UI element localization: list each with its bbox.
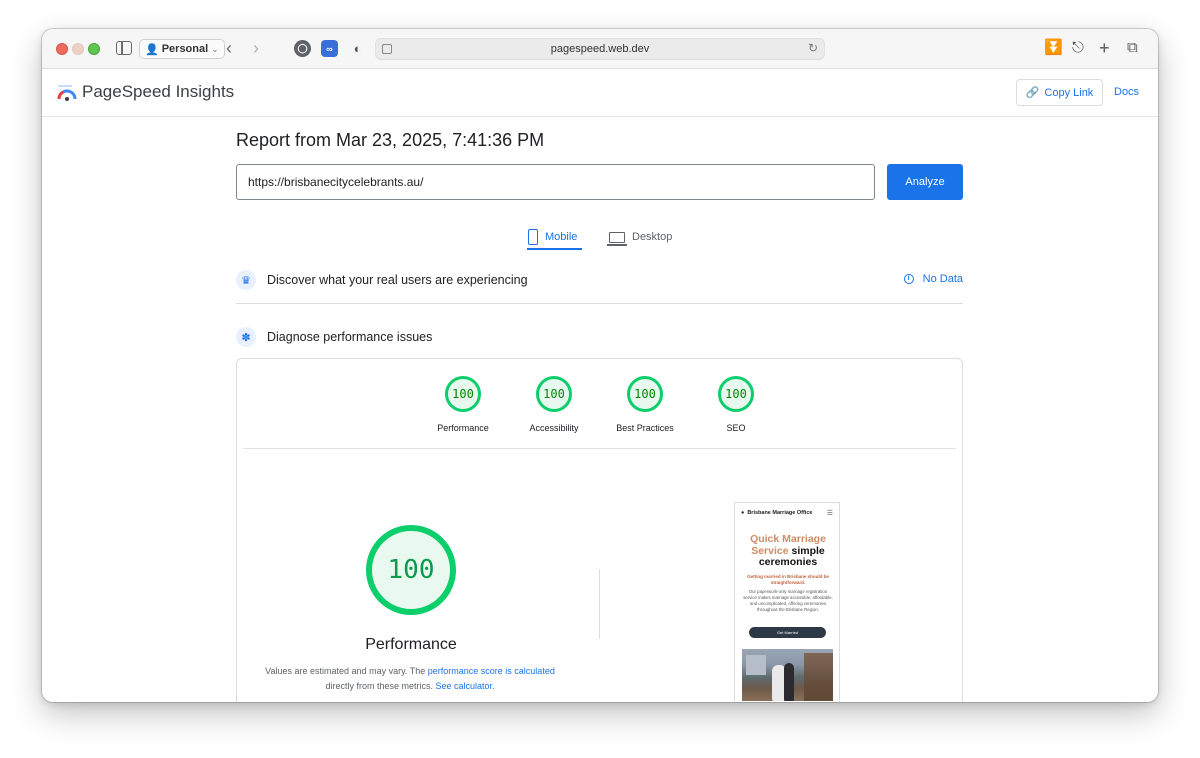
score-gauge-accessibility[interactable]: 100 Accessibility [514, 376, 594, 433]
vertical-divider [599, 569, 600, 639]
reload-icon[interactable]: ↻ [808, 41, 818, 55]
score-gauge-seo[interactable]: 100 SEO [696, 376, 776, 433]
main-content: Report from Mar 23, 2025, 7:41:36 PM Ana… [42, 118, 1158, 702]
browser-window: 👤 Personal ⌄ ‹ › ◯ ∞ ◐ pagespeed.web.dev… [42, 29, 1158, 702]
back-button[interactable]: ‹ [226, 38, 232, 58]
thumb-body-text: Our paperwork-only marriage registration… [743, 589, 833, 612]
score-value: 100 [445, 376, 481, 412]
tab-mobile-label: Mobile [545, 231, 578, 243]
score-calculated-link[interactable]: performance score is calculated [428, 666, 555, 676]
no-data-indicator[interactable]: i No Data [903, 273, 963, 285]
page-screenshot-thumbnail: ● Brisbane Marriage Office ☰ Quick Marri… [734, 502, 840, 702]
report-title: Report from Mar 23, 2025, 7:41:36 PM [236, 130, 545, 150]
info-icon: i [903, 274, 914, 284]
diagnose-icon: ✽ [236, 327, 256, 347]
score-value: 100 [536, 376, 572, 412]
note-prefix: Values are estimated and may vary. The [265, 666, 428, 676]
translate-extension-icon[interactable]: ∞ [321, 40, 338, 57]
score-value: 100 [718, 376, 754, 412]
performance-score-gauge: 100 [366, 525, 456, 615]
diagnose-heading: Diagnose performance issues [267, 330, 433, 344]
copy-link-label: Copy Link [1044, 86, 1094, 99]
copy-link-button[interactable]: 🔗 Copy Link [1016, 79, 1103, 106]
tab-overview-icon[interactable]: ⧉ [1127, 38, 1138, 58]
thumb-cta-button: Get Married [749, 627, 826, 638]
thumb-wedding-photo [742, 649, 833, 701]
shield-icon[interactable]: ◐ [349, 40, 366, 57]
minimize-window-button[interactable] [72, 43, 84, 55]
link-icon: 🔗 [1025, 87, 1040, 99]
real-users-section[interactable]: ♛ Discover what your real users are expe… [236, 269, 963, 291]
maximize-window-button[interactable] [88, 43, 100, 55]
tab-desktop[interactable]: Desktop [607, 223, 673, 251]
no-data-label: No Data [922, 273, 963, 285]
note-middle: directly from these metrics. [325, 681, 436, 691]
browser-toolbar: 👤 Personal ⌄ ‹ › ◯ ∞ ◐ pagespeed.web.dev… [42, 29, 1158, 69]
thumb-site-name: Brisbane Marriage Office [747, 510, 813, 516]
card-divider [243, 448, 956, 449]
forward-button[interactable]: › [253, 38, 259, 58]
thumb-header: ● Brisbane Marriage Office ☰ [735, 509, 839, 517]
performance-label: Performance [365, 636, 457, 653]
profile-menu[interactable]: 👤 Personal ⌄ [139, 39, 225, 59]
tab-mobile[interactable]: Mobile [528, 223, 577, 251]
active-tab-indicator [527, 248, 582, 250]
address-bar[interactable]: pagespeed.web.dev ↻ [375, 38, 825, 60]
downloads-icon[interactable]: ⏬ [1044, 38, 1063, 58]
close-window-button[interactable] [56, 43, 68, 55]
chevron-down-icon: ⌄ [211, 43, 219, 54]
thumb-photo-building [746, 655, 766, 675]
performance-note: Values are estimated and may vary. The p… [245, 664, 575, 694]
score-gauge-best-practices[interactable]: 100 Best Practices [605, 376, 685, 433]
users-icon: ♛ [236, 270, 256, 290]
address-text: pagespeed.web.dev [550, 43, 650, 55]
score-label: Performance [437, 423, 489, 433]
site-logo-icon: ● [741, 510, 745, 516]
thumb-headline: Quick Marriage Service simple ceremonies [739, 533, 837, 569]
pagespeed-logo-icon [57, 85, 77, 101]
section-divider [236, 303, 963, 304]
score-label: Accessibility [529, 423, 579, 433]
thumb-subheading: Getting married in Brisbane should be st… [747, 574, 829, 585]
profile-label: Personal [161, 43, 209, 55]
real-users-heading: Discover what your real users are experi… [267, 273, 528, 287]
url-input[interactable] [236, 164, 875, 200]
person-icon: 👤 [145, 43, 159, 56]
docs-link[interactable]: Docs [1114, 86, 1139, 98]
thumb-photo-trees [804, 653, 833, 701]
score-gauge-performance[interactable]: 100 Performance [423, 376, 503, 433]
diagnostics-card: 100 Performance 100 Accessibility 100 Be… [236, 358, 963, 702]
score-label: Best Practices [616, 423, 674, 433]
score-value: 100 [627, 376, 663, 412]
app-title: PageSpeed Insights [82, 82, 235, 101]
score-label: SEO [726, 423, 746, 433]
sidebar-toggle-icon[interactable] [116, 41, 132, 55]
laptop-icon [607, 231, 627, 246]
app-header: PageSpeed Insights 🔗 Copy Link Docs [42, 69, 1158, 117]
analyze-button[interactable]: Analyze [887, 164, 963, 200]
diagnose-section: ✽ Diagnose performance issues [236, 326, 963, 348]
hamburger-menu-icon: ☰ [826, 510, 833, 517]
see-calculator-link[interactable]: See calculator. [435, 681, 494, 691]
tab-desktop-label: Desktop [632, 231, 673, 243]
phone-icon [528, 229, 538, 245]
new-tab-icon[interactable]: + [1099, 38, 1110, 58]
share-icon[interactable]: ⎋ [1072, 38, 1084, 58]
password-extension-icon[interactable]: ◯ [294, 40, 311, 57]
